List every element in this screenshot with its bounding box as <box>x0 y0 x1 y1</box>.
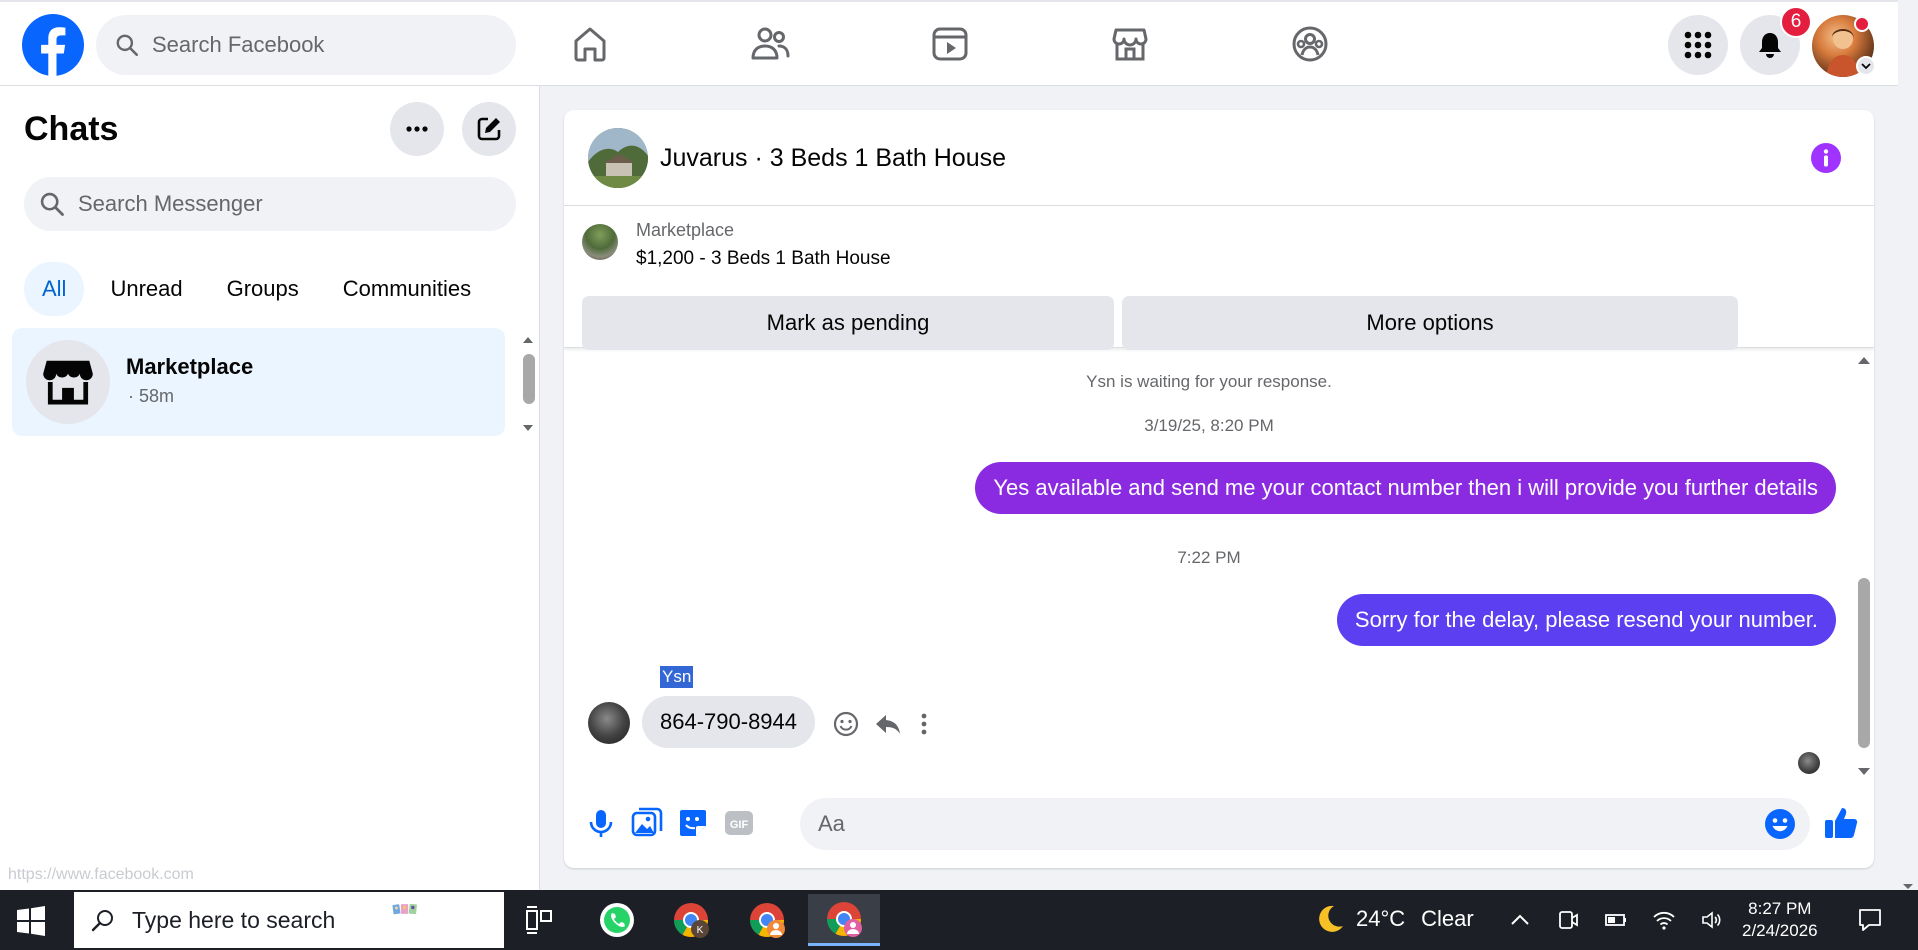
conversation-info-button[interactable] <box>1810 142 1842 174</box>
chrome-profile-k-icon[interactable]: K <box>658 894 724 946</box>
clock-date: 2/24/2026 <box>1742 921 1818 940</box>
taskbar-search-placeholder: Type here to search <box>132 906 336 933</box>
messenger-search-input[interactable] <box>78 191 478 217</box>
gif-icon[interactable]: GIF <box>722 806 756 840</box>
reply-icon[interactable] <box>874 710 902 738</box>
sender-avatar[interactable] <box>588 702 630 744</box>
mark-as-pending-button[interactable]: Mark as pending <box>582 296 1114 350</box>
weather-temperature: 24°C <box>1356 906 1406 931</box>
moon-icon <box>1319 905 1343 932</box>
facebook-top-bar: 6 <box>0 0 1898 86</box>
chat-time: · 58m <box>128 386 175 406</box>
search-highlight-illustration-icon <box>392 896 498 944</box>
thread-scroll-thumb[interactable] <box>1858 578 1870 748</box>
chat-list-scroll-thumb[interactable] <box>523 354 535 404</box>
chat-name: Marketplace <box>126 354 254 379</box>
weather-widget[interactable]: 24°C Clear <box>1312 902 1474 936</box>
incoming-message-bubble[interactable]: 864-790-8944 <box>642 696 816 748</box>
filter-communities[interactable]: Communities <box>325 262 489 316</box>
profile-status-dot <box>1854 16 1870 32</box>
filter-unread[interactable]: Unread <box>92 262 200 316</box>
chevron-up-icon[interactable] <box>1508 908 1532 932</box>
chats-title: Chats <box>24 110 119 148</box>
emoji-picker-icon[interactable] <box>1764 808 1796 840</box>
account-menu-chevron[interactable] <box>1856 56 1876 76</box>
attach-photo-icon[interactable] <box>630 806 664 840</box>
search-icon <box>116 34 139 57</box>
windows-taskbar: Type here to search K 24°C Clear 8:27 PM <box>0 890 1918 950</box>
conversation-header: Juvarus · 3 Beds 1 Bath House <box>564 110 1874 206</box>
page-scrollbar[interactable] <box>1898 86 1918 890</box>
chrome-profile-orange-icon[interactable] <box>734 894 800 946</box>
system-clock[interactable]: 8:27 PM 2/24/2026 <box>1742 898 1818 942</box>
waiting-notice: Ysn is waiting for your response. <box>1086 372 1332 391</box>
taskbar-search-box[interactable]: Type here to search <box>74 892 504 948</box>
wifi-icon[interactable] <box>1652 908 1676 932</box>
listing-source: Marketplace <box>636 220 735 240</box>
chat-filter-tabs: All Unread Groups Communities <box>24 262 489 316</box>
more-horizontal-icon <box>406 126 428 132</box>
seen-receipt-avatar <box>1798 752 1820 774</box>
grid-icon <box>1684 31 1712 59</box>
chat-list-item-marketplace[interactable]: Marketplace · 58m <box>12 328 505 436</box>
thumbs-up-icon[interactable] <box>1822 804 1860 842</box>
bell-icon <box>1759 33 1781 58</box>
clock-time: 8:27 PM <box>1748 899 1812 918</box>
message-timestamp: 3/19/25, 8:20 PM <box>1144 416 1274 435</box>
chats-sidebar: Chats All Unread Groups Communities Mark… <box>0 86 540 890</box>
message-input[interactable] <box>800 798 1810 850</box>
svg-text:GIF: GIF <box>730 819 749 831</box>
marketplace-store-icon <box>43 360 93 405</box>
listing-price-title[interactable]: $1,200 - 3 Beds 1 Bath House <box>636 248 891 270</box>
filter-all[interactable]: All <box>24 262 85 316</box>
filter-groups[interactable]: Groups <box>209 262 317 316</box>
marketplace-icon[interactable] <box>1108 22 1152 66</box>
facebook-logo-icon[interactable] <box>22 14 84 76</box>
groups-icon[interactable] <box>1288 22 1332 66</box>
conversation-panel: Juvarus · 3 Beds 1 Bath House Marketplac… <box>564 110 1874 868</box>
chevron-down-icon <box>1861 63 1871 70</box>
messenger-search-box[interactable] <box>24 177 516 231</box>
info-icon <box>1811 143 1841 173</box>
message-thread: Ysn is waiting for your response. 3/19/2… <box>564 350 1874 782</box>
video-icon[interactable] <box>928 22 972 66</box>
facebook-search-box[interactable] <box>96 15 516 75</box>
marketplace-avatar <box>26 340 110 424</box>
more-vertical-icon[interactable] <box>910 710 938 738</box>
listing-thumbnail[interactable] <box>582 224 618 260</box>
facebook-search-input[interactable] <box>152 32 482 58</box>
compose-icon <box>477 117 501 141</box>
chrome-profile-pink-icon[interactable] <box>808 894 880 946</box>
weather-condition: Clear <box>1421 906 1474 931</box>
whatsapp-app-icon[interactable] <box>584 894 650 946</box>
svg-text:K: K <box>697 925 704 936</box>
friends-icon[interactable] <box>748 22 792 66</box>
link-status-url: https://www.facebook.com <box>0 862 202 888</box>
search-icon <box>40 192 64 216</box>
volume-icon[interactable] <box>1700 908 1724 932</box>
message-timestamp: 7:22 PM <box>1177 548 1241 567</box>
conversation-avatar[interactable] <box>588 128 648 188</box>
sender-name-label: Ysn <box>660 666 694 688</box>
chat-options-button[interactable] <box>390 102 444 156</box>
notification-count-badge: 6 <box>1780 6 1812 38</box>
battery-icon[interactable] <box>1604 908 1628 932</box>
outgoing-message-bubble[interactable]: Yes available and send me your contact n… <box>975 462 1836 514</box>
search-icon <box>91 910 113 932</box>
home-icon[interactable] <box>568 22 612 66</box>
sticker-icon[interactable] <box>676 806 710 840</box>
windows-start-icon[interactable] <box>14 904 48 938</box>
new-message-button[interactable] <box>462 102 516 156</box>
more-options-button[interactable]: More options <box>1122 296 1738 350</box>
react-emoji-icon[interactable] <box>832 710 860 738</box>
menu-grid-button[interactable] <box>1668 15 1728 75</box>
task-view-icon[interactable] <box>506 894 572 946</box>
conversation-title: Juvarus · 3 Beds 1 Bath House <box>660 144 1007 172</box>
microphone-icon[interactable] <box>584 806 618 840</box>
notification-center-icon[interactable] <box>1856 906 1884 934</box>
meet-now-icon[interactable] <box>1556 908 1580 932</box>
outgoing-message-bubble[interactable]: Sorry for the delay, please resend your … <box>1336 594 1836 646</box>
message-composer: GIF <box>564 782 1874 868</box>
